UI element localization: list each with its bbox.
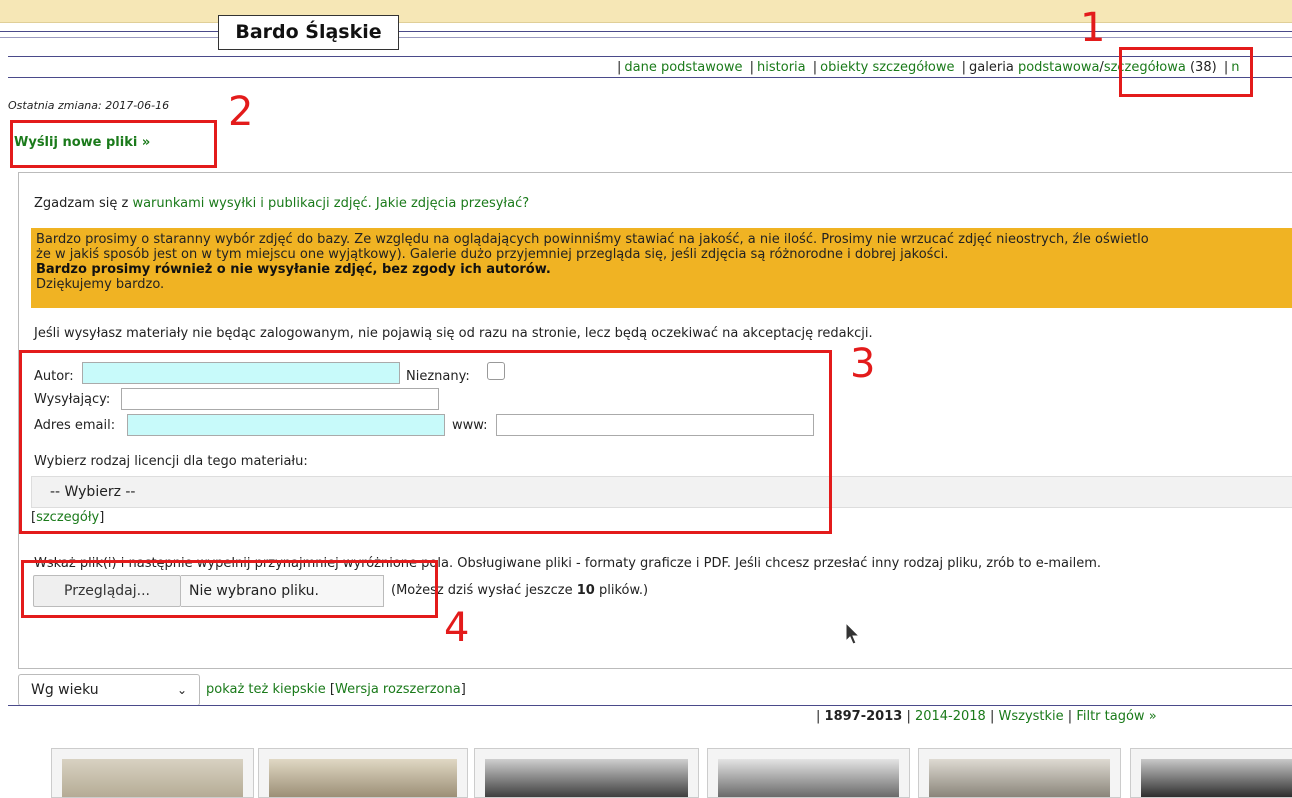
thumbnail-image — [269, 759, 457, 797]
thumbnail-image — [485, 759, 688, 797]
notice-line-1: Bardzo prosimy o staranny wybór zdjęć do… — [36, 232, 1149, 247]
terms-line: Zgadzam się z warunkami wysyłki i publik… — [34, 196, 529, 211]
mouse-cursor-icon — [845, 622, 861, 645]
terms-text: Zgadzam się z — [34, 196, 129, 211]
gallery-thumbnail[interactable] — [258, 748, 468, 798]
show-bad-link[interactable]: pokaż też kiepskie — [206, 682, 326, 697]
annotation-number-4: 4 — [444, 605, 470, 651]
annotation-box-2 — [10, 120, 217, 168]
thumbnail-image — [1141, 759, 1292, 797]
nav-rule-bottom — [8, 77, 1292, 78]
all-years-link[interactable]: Wszystkie — [999, 709, 1064, 724]
years-active: 1897-2013 — [824, 709, 903, 724]
thumbnail-image — [718, 759, 899, 797]
annotation-box-1 — [1119, 47, 1253, 97]
gallery-rule — [8, 705, 1292, 706]
annotation-box-4 — [21, 560, 438, 618]
nav-gallery-label: galeria — [969, 60, 1014, 75]
gallery-thumbnail[interactable] — [918, 748, 1121, 798]
thumbnail-image — [62, 759, 243, 797]
notice-line-2: że w jakiś sposób jest on w tym miejscu … — [36, 247, 949, 262]
annotation-number-3: 3 — [850, 341, 876, 387]
what-to-send-link[interactable]: Jakie zdjęcia przesyłać? — [376, 196, 529, 211]
gallery-thumbnail[interactable] — [707, 748, 910, 798]
gallery-thumbnail[interactable] — [474, 748, 699, 798]
nav-gallery-basic[interactable]: podstawowa — [1018, 60, 1099, 75]
notice-thanks: Dziękujemy bardzo. — [36, 277, 165, 292]
years-link[interactable]: 2014-2018 — [915, 709, 986, 724]
annotation-number-2: 2 — [228, 89, 254, 135]
terms-link[interactable]: warunkami wysyłki i publikacji zdjęć. — [132, 196, 371, 211]
nav-basic-data[interactable]: dane podstawowe — [624, 60, 742, 75]
annotation-number-1: 1 — [1080, 5, 1106, 51]
nav-history[interactable]: historia — [757, 60, 806, 75]
annotation-box-3 — [19, 350, 832, 534]
notice-bold: Bardzo prosimy również o nie wysyłanie z… — [36, 262, 551, 277]
remaining-count: 10 — [576, 583, 595, 598]
extended-version-link[interactable]: Wersja rozszerzona — [335, 682, 461, 697]
chevron-down-icon: ⌄ — [176, 683, 187, 697]
tag-filter-link[interactable]: Filtr tagów » — [1076, 709, 1156, 724]
nav-rule-top — [8, 56, 1292, 57]
sort-selected: Wg wieku — [31, 682, 99, 698]
gallery-options: pokaż też kiepskie [Wersja rozszerzona] — [206, 682, 466, 697]
year-filter: | 1897-2013 | 2014-2018 | Wszystkie | Fi… — [816, 709, 1157, 724]
gallery-thumbnail[interactable] — [51, 748, 254, 798]
page-title: Bardo Śląskie — [218, 15, 399, 50]
quality-notice: Bardzo prosimy o staranny wybór zdjęć do… — [31, 228, 1292, 308]
nav-detailed-objects[interactable]: obiekty szczegółowe — [820, 60, 954, 75]
gallery-thumbnail[interactable] — [1130, 748, 1292, 798]
last-modified: Ostatnia zmiana: 2017-06-16 — [8, 99, 170, 112]
thumbnail-image — [929, 759, 1110, 797]
login-message: Jeśli wysyłasz materiały nie będąc zalog… — [34, 326, 873, 341]
sort-select[interactable]: Wg wieku ⌄ — [18, 674, 200, 706]
